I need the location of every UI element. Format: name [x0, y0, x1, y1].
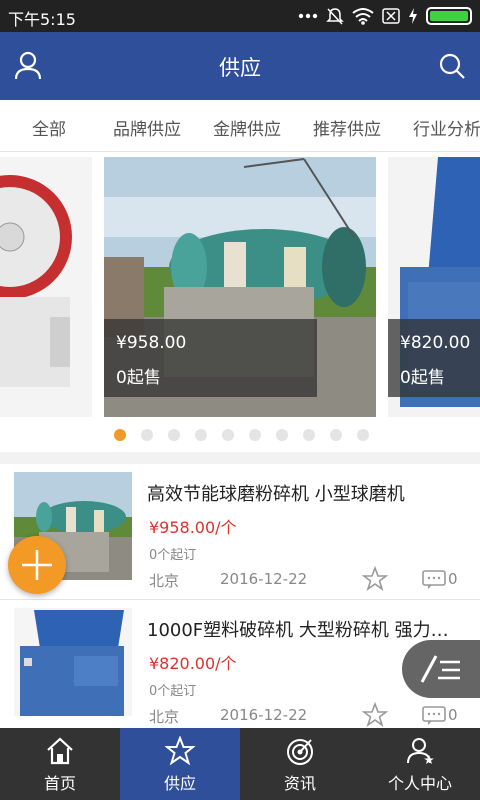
app-header: 供应	[0, 32, 480, 100]
category-tabs: 全部 品牌供应 金牌供应 推荐供应 行业分析	[0, 100, 480, 152]
plastic-crusher-thumb-image	[14, 608, 132, 716]
bottom-nav: 首页 供应 资讯 个人中心	[0, 728, 480, 800]
carousel-slide-right[interactable]: ¥820.00 0起售	[388, 157, 480, 417]
carousel-dot[interactable]	[276, 429, 288, 441]
nav-profile-label: 个人中心	[387, 774, 452, 793]
favorite-star-icon[interactable]	[362, 566, 388, 592]
product-city: 北京	[149, 572, 180, 590]
nav-news[interactable]: 资讯	[240, 728, 360, 800]
edit-pencil-icon	[420, 655, 460, 683]
battery-level	[430, 11, 468, 21]
carousel-dot[interactable]	[141, 429, 153, 441]
carousel-slide-left[interactable]	[0, 157, 92, 417]
carousel-dot[interactable]	[195, 429, 207, 441]
nav-supply[interactable]: 供应	[120, 728, 240, 800]
home-icon	[47, 737, 73, 765]
no-sim-icon	[382, 8, 400, 24]
comment-icon[interactable]	[422, 570, 446, 590]
person-icon	[407, 738, 434, 764]
carousel-dot[interactable]	[168, 429, 180, 441]
post-button[interactable]	[402, 640, 480, 698]
wifi-icon	[352, 8, 374, 25]
nav-news-label: 资讯	[283, 774, 316, 793]
product-price: ¥820.00/个	[149, 654, 237, 673]
nav-home[interactable]: 首页	[0, 728, 120, 800]
carousel-dot[interactable]	[249, 429, 261, 441]
carousel-dot[interactable]	[330, 429, 342, 441]
slide-price-right: ¥820.00	[400, 333, 471, 353]
plus-icon	[22, 550, 52, 580]
mute-bell-icon	[326, 8, 344, 25]
product-carousel[interactable]: ¥958.00 0起售 ¥820.00 0起售	[0, 152, 480, 452]
favorite-star-icon[interactable]	[362, 702, 388, 728]
search-button[interactable]	[434, 48, 470, 84]
comment-count: 0	[448, 706, 458, 724]
product-thumbnail	[14, 608, 132, 716]
slide-price: ¥958.00	[116, 333, 187, 353]
star-icon	[165, 736, 195, 766]
more-dots-icon	[298, 13, 318, 19]
carousel-dot[interactable]	[222, 429, 234, 441]
tab-industry-analysis[interactable]: 行业分析	[413, 115, 480, 140]
product-row[interactable]: 高效节能球磨粉碎机 小型球磨机 ¥958.00/个 0个起订 北京 2016-1…	[0, 464, 480, 600]
slide-moq-right: 0起售	[400, 368, 445, 388]
battery-icon	[426, 7, 472, 25]
target-icon	[287, 739, 313, 765]
product-date: 2016-12-22	[220, 706, 308, 724]
slide-price-overlay: ¥958.00 0起售	[104, 319, 317, 397]
product-city: 北京	[149, 708, 180, 726]
page-title: 供应	[219, 56, 261, 80]
product-price: ¥958.00/个	[149, 518, 237, 537]
product-moq: 0个起订	[149, 684, 197, 699]
tab-all[interactable]: 全部	[32, 115, 66, 140]
carousel-dot[interactable]	[357, 429, 369, 441]
nav-profile[interactable]: 个人中心	[360, 728, 480, 800]
search-icon	[439, 53, 465, 79]
status-time: 下午5:15	[8, 10, 76, 29]
nav-supply-label: 供应	[163, 774, 196, 793]
product-name[interactable]: 1000F塑料破碎机 大型粉碎机 强力破碎机	[147, 616, 465, 642]
tab-gold-supply[interactable]: 金牌供应	[213, 115, 281, 140]
status-icons	[298, 6, 472, 26]
comment-count: 0	[448, 570, 458, 588]
product-date: 2016-12-22	[220, 570, 308, 588]
jaw-crusher-image	[0, 157, 92, 417]
charging-icon	[409, 8, 417, 24]
slide-moq: 0起售	[116, 368, 161, 388]
carousel-dot[interactable]	[303, 429, 315, 441]
status-bar: 下午5:15	[0, 0, 480, 32]
comment-icon[interactable]	[422, 706, 446, 726]
tab-recommended-supply[interactable]: 推荐供应	[313, 115, 381, 140]
carousel-dot-active[interactable]	[114, 429, 126, 441]
tab-brand-supply[interactable]: 品牌供应	[113, 115, 181, 140]
slide-price-overlay-right: ¥820.00 0起售	[388, 319, 480, 397]
carousel-slide-center[interactable]: ¥958.00 0起售	[104, 157, 376, 417]
add-button[interactable]	[8, 536, 66, 594]
nav-home-label: 首页	[43, 774, 76, 793]
product-name[interactable]: 高效节能球磨粉碎机 小型球磨机	[147, 480, 465, 506]
product-moq: 0个起订	[149, 548, 197, 563]
